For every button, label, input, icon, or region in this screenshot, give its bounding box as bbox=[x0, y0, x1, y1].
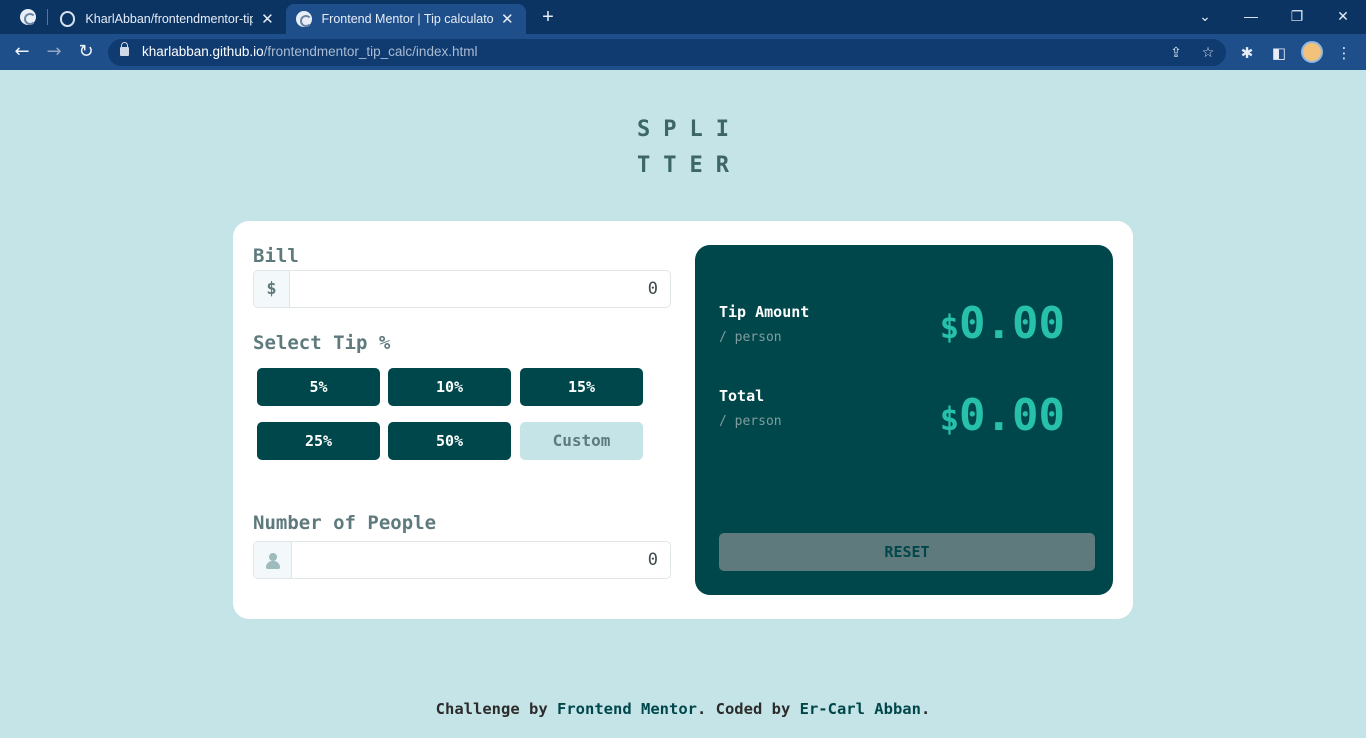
bill-label: Bill bbox=[253, 245, 299, 267]
share-icon[interactable]: ⇪ bbox=[1166, 43, 1186, 63]
person-icon-box bbox=[254, 542, 292, 578]
tab-label: Frontend Mentor | Tip calculator bbox=[321, 12, 493, 26]
url-text[interactable]: kharlabban.github.io/frontendmentor_tip_… bbox=[142, 44, 477, 59]
tip-amount-value: $0.00 bbox=[939, 298, 1065, 349]
total-value: $0.00 bbox=[939, 390, 1065, 441]
extensions-puzzle-icon[interactable]: ✱ bbox=[1236, 42, 1258, 64]
dollar-icon: $ bbox=[254, 271, 290, 307]
more-menu-icon[interactable]: ⋮ bbox=[1333, 42, 1355, 64]
total-per-person: / person bbox=[719, 414, 782, 429]
attribution-footer: Challenge by Frontend Mentor. Coded by E… bbox=[435, 700, 931, 718]
select-tip-label: Select Tip % bbox=[253, 332, 391, 354]
loading-favicon-icon bbox=[296, 11, 312, 27]
tip-5-button[interactable]: 5% bbox=[257, 368, 380, 406]
tab-label: KharlAbban/frontendmentor-tip- bbox=[85, 12, 253, 26]
custom-tip-input[interactable]: Custom bbox=[520, 422, 643, 460]
people-input[interactable]: 0 bbox=[253, 541, 671, 579]
browser-tab-bar: KharlAbban/frontendmentor-tip- ✕ Fronten… bbox=[0, 0, 1366, 34]
tip-amount-per-person: / person bbox=[719, 330, 782, 345]
new-tab-icon[interactable]: + bbox=[536, 5, 560, 29]
close-tab-icon[interactable]: ✕ bbox=[499, 10, 516, 28]
logo-line-1: SPLI bbox=[637, 117, 742, 142]
back-arrow-icon[interactable]: ← bbox=[9, 40, 35, 64]
result-panel: Tip Amount / person $0.00 Total / person… bbox=[695, 245, 1113, 595]
logo-line-2: TTER bbox=[637, 153, 742, 178]
reset-button[interactable]: RESET bbox=[719, 533, 1095, 571]
bill-input[interactable]: $ 0 bbox=[253, 270, 671, 308]
loading-favicon-icon bbox=[20, 9, 36, 25]
number-of-people-label: Number of People bbox=[253, 512, 437, 534]
restore-icon[interactable]: ❐ bbox=[1277, 4, 1317, 28]
tip-10-button[interactable]: 10% bbox=[388, 368, 511, 406]
frontend-mentor-link[interactable]: Frontend Mentor bbox=[557, 700, 697, 718]
browser-nav-bar: ← → ↻ kharlabban.github.io/frontendmento… bbox=[0, 34, 1366, 70]
bookmark-star-icon[interactable]: ☆ bbox=[1198, 43, 1218, 63]
tip-25-button[interactable]: 25% bbox=[257, 422, 380, 460]
tab-search-chevron-icon[interactable]: ⌄ bbox=[1185, 4, 1225, 28]
close-tab-icon[interactable]: ✕ bbox=[259, 10, 276, 28]
minimize-icon[interactable]: — bbox=[1231, 4, 1271, 28]
calculator-card: Bill $ 0 Select Tip % 5% 10% 15% 25% 50%… bbox=[233, 221, 1133, 619]
reload-icon[interactable]: ↻ bbox=[73, 40, 99, 64]
total-title: Total bbox=[719, 387, 765, 405]
address-bar[interactable]: kharlabban.github.io/frontendmentor_tip_… bbox=[108, 39, 1226, 66]
close-window-icon[interactable]: ✕ bbox=[1323, 4, 1363, 28]
pinned-tab[interactable] bbox=[8, 4, 48, 30]
tip-50-button[interactable]: 50% bbox=[388, 422, 511, 460]
tip-amount-title: Tip Amount bbox=[719, 303, 810, 321]
tab-separator bbox=[47, 9, 48, 25]
author-link[interactable]: Er-Carl Abban bbox=[800, 700, 921, 718]
tab-github[interactable]: KharlAbban/frontendmentor-tip- ✕ bbox=[50, 4, 286, 34]
profile-avatar[interactable] bbox=[1301, 41, 1323, 63]
forward-arrow-icon[interactable]: → bbox=[41, 40, 67, 64]
splitter-logo: SPLI TTER bbox=[0, 112, 1366, 184]
tip-15-button[interactable]: 15% bbox=[520, 368, 643, 406]
people-value[interactable]: 0 bbox=[648, 542, 658, 578]
person-icon bbox=[266, 553, 280, 569]
bill-value[interactable]: 0 bbox=[648, 271, 658, 307]
side-panel-icon[interactable]: ◧ bbox=[1268, 42, 1290, 64]
github-icon bbox=[60, 11, 76, 27]
lock-icon[interactable] bbox=[120, 42, 129, 56]
tab-tip-calculator[interactable]: Frontend Mentor | Tip calculator ✕ bbox=[286, 4, 526, 34]
